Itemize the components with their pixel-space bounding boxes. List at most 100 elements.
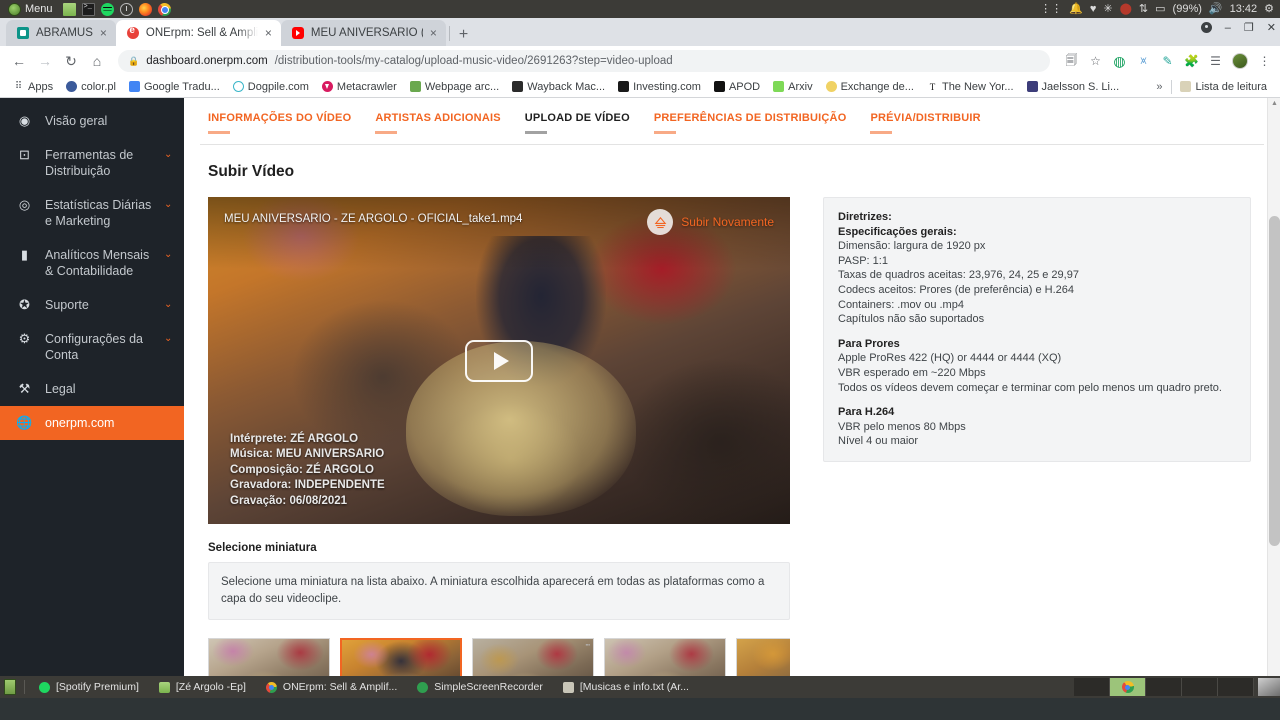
green-circle-extension-icon[interactable]: ◍ <box>1112 53 1127 69</box>
bookmark-star-icon[interactable]: ☆ <box>1088 54 1103 69</box>
step-informacoes-do-video[interactable]: INFORMAÇÕES DO VÍDEO <box>208 112 375 134</box>
bookmark-label: The New Yor... <box>941 80 1014 93</box>
bookmark-label: Metacrawler <box>336 80 397 93</box>
bookmark-arxiv[interactable]: Arxiv <box>768 80 817 94</box>
bookmark-apod[interactable]: APOD <box>709 80 765 94</box>
window-preview-thumbnail[interactable] <box>1258 678 1280 696</box>
bookmark-jaelsson[interactable]: Jaelsson S. Li... <box>1022 80 1125 94</box>
sidebar-item-label: Visão geral <box>45 114 108 128</box>
volume-icon[interactable]: 🔊 <box>1209 3 1223 15</box>
chevron-down-icon[interactable]: ⌄ <box>164 297 174 313</box>
bell-icon[interactable]: 🔔 <box>1069 3 1083 15</box>
workspace-1[interactable] <box>1074 678 1110 696</box>
chevron-down-icon[interactable]: ⌄ <box>164 147 174 163</box>
tab-close-icon[interactable]: × <box>100 27 107 39</box>
spotify-icon[interactable] <box>100 2 114 16</box>
close-window-button[interactable]: ✕ <box>1267 21 1276 34</box>
puzzle-extension-icon[interactable]: 🧩 <box>1184 54 1199 69</box>
browser-tab-meu-aniversario[interactable]: MEU ANIVERSARIO (TA × <box>280 20 446 46</box>
sidebar-item-suporte[interactable]: ✪ Suporte ⌄ <box>0 288 184 322</box>
webpage-archive-icon <box>409 81 421 92</box>
taskbar-item-onerpm-chrome[interactable]: ONErpm: Sell & Amplif... <box>256 676 407 698</box>
profile-avatar[interactable] <box>1232 53 1248 69</box>
file-manager-icon[interactable] <box>62 2 76 16</box>
address-bar[interactable]: 🔒 dashboard.onerpm.com/distribution-tool… <box>118 50 1050 72</box>
bookmarks-overflow-button[interactable]: » <box>1150 81 1168 93</box>
settings-icon[interactable]: ⚙ <box>1264 3 1274 15</box>
credit-value: ZÉ ARGOLO <box>290 432 359 445</box>
dropbox-icon[interactable]: ⬤ <box>1120 3 1132 15</box>
sidebar-item-legal[interactable]: ⚒ Legal <box>0 372 184 406</box>
taskbar-item-musicas-info-txt[interactable]: [Musicas e info.txt (Ar... <box>553 676 699 698</box>
video-player[interactable]: MEU ANIVERSARIO - ZE ARGOLO - OFICIAL_ta… <box>208 197 790 524</box>
bookmark-webpage-archive[interactable]: Webpage arc... <box>405 80 504 94</box>
bookmark-metacrawler[interactable]: Metacrawler <box>317 80 402 94</box>
credit-label: Música: <box>230 448 273 460</box>
bookmark-apps[interactable]: ⠿ Apps <box>8 80 58 94</box>
step-previa-distribuir[interactable]: PRÉVIA/DISTRIBUIR <box>870 112 1004 134</box>
home-button[interactable]: ⌂ <box>86 50 108 72</box>
maximize-button[interactable]: ❐ <box>1244 21 1254 34</box>
network-icon[interactable]: ⇅ <box>1139 3 1148 15</box>
step-preferencias-de-distribuicao[interactable]: PREFERÊNCIAS DE DISTRIBUIÇÃO <box>653 112 871 134</box>
scroll-up-icon[interactable]: ▲ <box>1271 100 1278 107</box>
play-button[interactable] <box>465 339 533 382</box>
reupload-button[interactable]: Subir Novamente <box>647 209 774 235</box>
bookmark-label: APOD <box>728 80 761 93</box>
chrome-icon[interactable] <box>157 2 171 16</box>
reading-list-button[interactable]: Lista de leitura <box>1175 80 1272 94</box>
show-desktop-button[interactable] <box>4 679 16 695</box>
translate-icon[interactable]: 🗐 <box>1064 53 1079 69</box>
bookmark-dogpile[interactable]: Dogpile.com <box>228 80 314 94</box>
bookmark-google-translate[interactable]: Google Tradu... <box>124 80 225 94</box>
chevron-down-icon[interactable]: ⌄ <box>164 331 174 347</box>
sidebar-item-visao-geral[interactable]: ◉ Visão geral <box>0 104 184 138</box>
sidebar-item-estatisticas-diarias[interactable]: ◎ Estatísticas Diárias e Marketing ⌄ <box>0 188 184 238</box>
bookmark-wayback[interactable]: Wayback Mac... <box>507 80 610 94</box>
chevron-down-icon[interactable]: ⌄ <box>164 197 174 213</box>
minimize-button[interactable]: – <box>1225 22 1231 34</box>
workspace-4[interactable] <box>1182 678 1218 696</box>
os-menu-button[interactable]: Menu <box>4 0 57 18</box>
browser-tab-abramus[interactable]: ABRAMUS × <box>6 20 116 46</box>
new-tab-button[interactable]: + <box>452 27 475 46</box>
tray-handle-icon[interactable]: ⋮⋮ <box>1040 3 1062 15</box>
playlist-icon[interactable]: ☰ <box>1208 54 1223 69</box>
bookmark-new-yorker[interactable]: T The New Yor... <box>922 80 1019 94</box>
page-scrollbar[interactable]: ▲ <box>1267 98 1280 698</box>
reload-button[interactable]: ↻ <box>60 50 82 72</box>
sidebar-item-onerpm-com[interactable]: 🌐 onerpm.com <box>0 406 184 440</box>
page-scrollbar-thumb[interactable] <box>1269 216 1280 546</box>
workspace-5[interactable] <box>1218 678 1254 696</box>
sidebar-item-analiticos-mensais[interactable]: ▮ Analíticos Mensais & Contabilidade ⌄ <box>0 238 184 288</box>
workspace-switcher[interactable] <box>1074 678 1254 696</box>
tab-close-icon[interactable]: × <box>265 27 272 39</box>
display-icon[interactable]: ▭ <box>1155 3 1165 15</box>
tab-close-icon[interactable]: × <box>430 27 437 39</box>
bookmark-exchange[interactable]: Exchange de... <box>821 80 919 94</box>
sidebar-item-ferramentas-distribuicao[interactable]: ⊡ Ferramentas de Distribuição ⌄ <box>0 138 184 188</box>
bookmark-colorpl[interactable]: color.pl <box>61 80 121 94</box>
teal-extension-icon[interactable]: ✎ <box>1160 54 1175 69</box>
bluetooth-icon[interactable]: ✳ <box>1103 3 1112 15</box>
workspace-3[interactable] <box>1146 678 1182 696</box>
step-upload-de-video[interactable]: UPLOAD DE VÍDEO <box>524 112 654 134</box>
back-button[interactable]: ← <box>8 50 30 72</box>
taskbar-item-spotify[interactable]: [Spotify Premium] <box>29 676 149 698</box>
forward-button[interactable]: → <box>34 50 56 72</box>
profile-pin-icon[interactable] <box>1200 22 1212 33</box>
taskbar-item-ze-argolo-folder[interactable]: [Zé Argolo -Ep] <box>149 676 256 698</box>
firefox-icon[interactable] <box>138 2 152 16</box>
bookmark-investing[interactable]: Investing.com <box>613 80 706 94</box>
blue-extension-icon[interactable]: ⩙ <box>1136 54 1151 69</box>
step-artistas-adicionais[interactable]: ARTISTAS ADICIONAIS <box>375 112 524 134</box>
workspace-2[interactable] <box>1110 678 1146 696</box>
sidebar-item-configuracoes-conta[interactable]: ⚙ Configurações da Conta ⌄ <box>0 322 184 372</box>
heart-icon[interactable]: ♥ <box>1090 3 1097 15</box>
terminal-icon[interactable] <box>81 2 95 16</box>
taskbar-item-simplescreenrecorder[interactable]: SimpleScreenRecorder <box>407 676 553 698</box>
browser-tab-onerpm[interactable]: ONErpm: Sell & Amplify × <box>115 20 281 46</box>
kebab-menu-icon[interactable]: ⋮ <box>1257 54 1272 69</box>
clock-icon[interactable] <box>119 2 133 16</box>
chevron-down-icon[interactable]: ⌄ <box>164 247 174 263</box>
